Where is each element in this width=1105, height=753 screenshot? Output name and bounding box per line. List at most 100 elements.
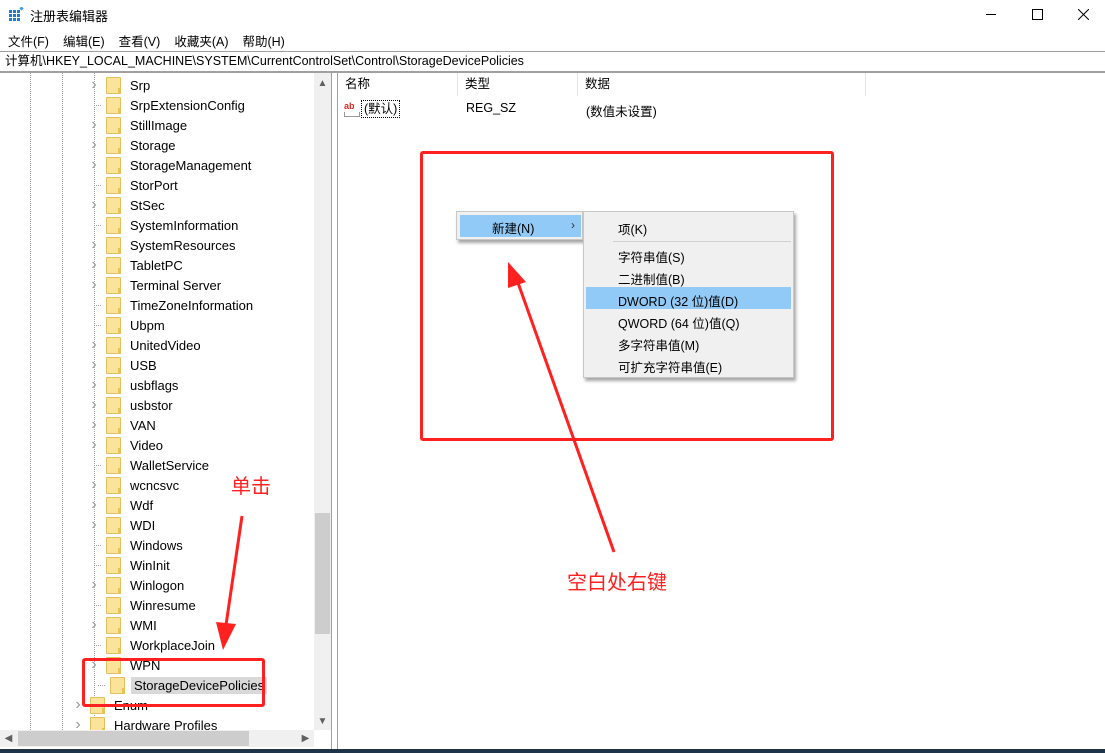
expand-chevron-icon[interactable]: ›	[88, 75, 100, 95]
column-type[interactable]: 类型	[458, 73, 578, 96]
tree-item[interactable]: › StillImage	[88, 115, 190, 135]
maximize-button[interactable]	[1014, 0, 1060, 29]
tree-item[interactable]: › WDI	[88, 515, 158, 535]
tree-item[interactable]: › StSec	[88, 195, 168, 215]
folder-icon	[106, 96, 121, 114]
tree-item-label: SystemInformation	[130, 217, 239, 233]
expand-chevron-icon[interactable]: ›	[88, 195, 100, 215]
folder-icon	[106, 196, 121, 214]
tree-item[interactable]: Windows	[88, 535, 186, 555]
tree-item[interactable]: › Srp	[88, 75, 153, 95]
tree-item[interactable]: SrpExtensionConfig	[88, 95, 248, 115]
expand-chevron-icon[interactable]: ›	[88, 155, 100, 175]
value-type: REG_SZ	[466, 101, 517, 115]
menu-view[interactable]: 查看(V)	[119, 31, 161, 50]
expand-chevron-icon[interactable]: ›	[88, 335, 100, 355]
tree-item-label: wcncsvc	[130, 477, 180, 493]
tree-item[interactable]: StorPort	[88, 175, 181, 195]
column-name[interactable]: 名称	[338, 73, 458, 96]
folder-icon	[106, 176, 121, 194]
tree-item[interactable]: Winresume	[88, 595, 199, 615]
expand-chevron-icon[interactable]: ›	[88, 375, 100, 395]
tree-item-label: WorkplaceJoin	[130, 637, 216, 653]
tree-item-label: SrpExtensionConfig	[130, 97, 245, 113]
tree-item[interactable]: › Storage	[88, 135, 179, 155]
menu-favorites[interactable]: 收藏夹(A)	[174, 31, 228, 50]
tree-item[interactable]: WorkplaceJoin	[88, 635, 218, 655]
tree-item-label: Srp	[130, 77, 151, 93]
tree-connector	[88, 95, 101, 115]
expand-chevron-icon[interactable]: ›	[88, 355, 100, 375]
folder-icon	[106, 636, 121, 654]
tree-item[interactable]: › wcncsvc	[88, 475, 182, 495]
title-bar: 注册表编辑器	[0, 0, 1105, 29]
expand-chevron-icon[interactable]: ›	[88, 495, 100, 515]
folder-icon	[90, 716, 105, 730]
tree-item-label: StillImage	[130, 117, 188, 133]
menu-edit[interactable]: 编辑(E)	[63, 31, 105, 50]
tree-item[interactable]: › Winlogon	[88, 575, 187, 595]
tree-item-label: USB	[130, 357, 157, 373]
expand-chevron-icon[interactable]: ›	[88, 575, 100, 595]
scroll-up-icon[interactable]: ▲	[314, 75, 331, 92]
close-button[interactable]	[1060, 0, 1105, 29]
tree-item[interactable]: › usbstor	[88, 395, 176, 415]
tree-item-label: TimeZoneInformation	[130, 297, 254, 313]
tree-item[interactable]: Ubpm	[88, 315, 168, 335]
tree-item[interactable]: › StorageManagement	[88, 155, 254, 175]
tree-item-label: StorageManagement	[130, 157, 252, 173]
tree-hscroll-thumb[interactable]	[18, 731, 249, 746]
tree-vertical-scrollbar[interactable]: ▲ ▼	[314, 73, 331, 730]
expand-chevron-icon[interactable]: ›	[88, 135, 100, 155]
tree-item[interactable]: › WMI	[88, 615, 160, 635]
tree-connector	[88, 635, 101, 655]
tree-item[interactable]: › TabletPC	[88, 255, 186, 275]
menu-file[interactable]: 文件(F)	[8, 31, 49, 50]
tree-item[interactable]: › Hardware Profiles	[72, 715, 220, 730]
scroll-left-icon[interactable]: ◀	[0, 730, 17, 747]
tree-connector	[88, 595, 101, 615]
tree-item[interactable]: › Wdf	[88, 495, 156, 515]
folder-icon	[106, 296, 121, 314]
tree-connector	[88, 295, 101, 315]
tree-item-label: Winresume	[130, 597, 196, 613]
tree-item[interactable]: › UnitedVideo	[88, 335, 204, 355]
tree-connector-line	[94, 605, 101, 606]
scroll-right-icon[interactable]: ▶	[297, 730, 314, 747]
expand-chevron-icon[interactable]: ›	[88, 515, 100, 535]
tree-item[interactable]: WalletService	[88, 455, 212, 475]
tree-item[interactable]: › usbflags	[88, 375, 181, 395]
tree-item[interactable]: › VAN	[88, 415, 159, 435]
tree-vscroll-thumb[interactable]	[315, 513, 330, 634]
expand-chevron-icon[interactable]: ›	[88, 255, 100, 275]
expand-chevron-icon[interactable]: ›	[88, 275, 100, 295]
tree-horizontal-scrollbar[interactable]: ◀ ▶	[0, 730, 314, 747]
menu-bar: 文件(F) 编辑(E) 查看(V) 收藏夹(A) 帮助(H)	[0, 29, 1105, 51]
folder-icon	[106, 476, 121, 494]
tree-item[interactable]: › SystemResources	[88, 235, 238, 255]
menu-help[interactable]: 帮助(H)	[242, 31, 284, 50]
minimize-icon	[985, 14, 996, 15]
tree-item[interactable]: TimeZoneInformation	[88, 295, 256, 315]
expand-chevron-icon[interactable]: ›	[88, 395, 100, 415]
tree-item[interactable]: SystemInformation	[88, 215, 241, 235]
tree-item[interactable]: › Video	[88, 435, 166, 455]
address-bar[interactable]: 计算机\HKEY_LOCAL_MACHINE\SYSTEM\CurrentCon…	[0, 51, 1105, 73]
tree-connector-line	[94, 305, 101, 306]
folder-icon	[106, 216, 121, 234]
expand-chevron-icon[interactable]: ›	[88, 115, 100, 135]
expand-chevron-icon[interactable]: ›	[88, 415, 100, 435]
column-data[interactable]: 数据	[578, 73, 866, 96]
expand-chevron-icon[interactable]: ›	[88, 235, 100, 255]
expand-chevron-icon[interactable]: ›	[88, 475, 100, 495]
expand-chevron-icon[interactable]: ›	[72, 715, 84, 730]
tree-item-label: Terminal Server	[130, 277, 222, 293]
expand-chevron-icon[interactable]: ›	[88, 615, 100, 635]
tree-item[interactable]: › Terminal Server	[88, 275, 224, 295]
scroll-down-icon[interactable]: ▼	[314, 713, 331, 730]
minimize-button[interactable]	[968, 0, 1014, 29]
tree-item[interactable]: › USB	[88, 355, 160, 375]
expand-chevron-icon[interactable]: ›	[88, 435, 100, 455]
tree-item[interactable]: WinInit	[88, 555, 173, 575]
tree-connector-line	[94, 325, 101, 326]
